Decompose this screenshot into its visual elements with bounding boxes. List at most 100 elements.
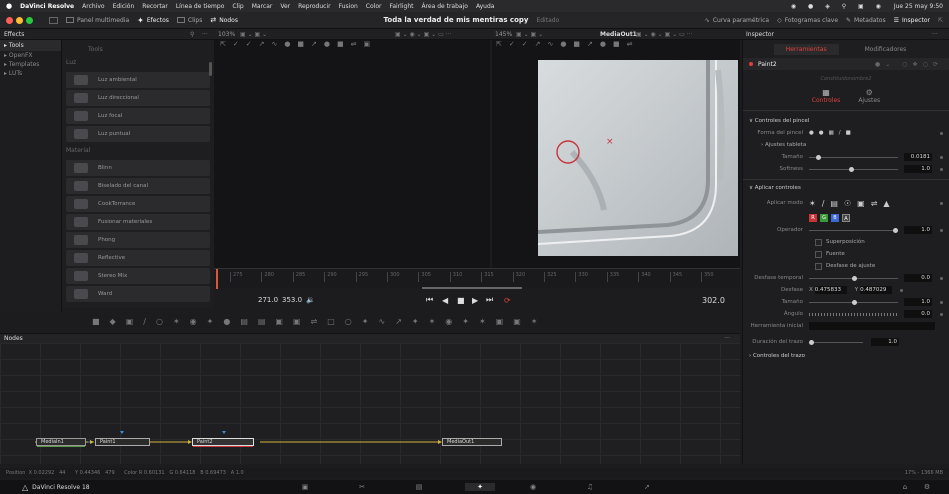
offset-keyframe[interactable] bbox=[900, 288, 904, 292]
light-item[interactable]: Luz ambiental bbox=[66, 72, 210, 88]
channel-b-button[interactable]: B bbox=[831, 214, 839, 222]
step-back-button[interactable]: ◀ bbox=[442, 296, 448, 305]
inspector-tab-modifiers[interactable]: Modificadores bbox=[853, 44, 919, 55]
menu-linea-tiempo[interactable]: Línea de tiempo bbox=[176, 3, 225, 10]
size-slider-knob[interactable] bbox=[816, 154, 822, 160]
material-item[interactable]: Fusionar materiales bbox=[66, 214, 210, 230]
menu-fairlight[interactable]: Fairlight bbox=[389, 3, 413, 10]
time-offset-slider[interactable] bbox=[809, 275, 898, 281]
operator-keyframe[interactable] bbox=[940, 228, 943, 232]
minimize-window-button[interactable] bbox=[16, 16, 23, 24]
page-edit-icon[interactable]: ▤ bbox=[414, 483, 424, 491]
time-offset-field[interactable]: 0.0 bbox=[904, 274, 932, 282]
material-item[interactable]: Stereo Mix bbox=[66, 268, 210, 284]
size2-keyframe[interactable] bbox=[940, 300, 943, 304]
light-item[interactable]: Luz focal bbox=[66, 108, 210, 124]
effects-search-icon[interactable]: ⚲ bbox=[190, 31, 194, 38]
apply-mode-keyframe[interactable] bbox=[940, 201, 943, 205]
overlay-checkbox[interactable] bbox=[815, 238, 822, 246]
expand-icon[interactable]: ⇱ bbox=[938, 17, 943, 24]
go-to-start-button[interactable]: ⏮ bbox=[426, 295, 433, 305]
out-frame-field[interactable]: 353.0 bbox=[282, 296, 302, 304]
light-item[interactable]: Luz direccional bbox=[66, 90, 210, 106]
light-item[interactable]: Luz puntual bbox=[66, 126, 210, 142]
angle-slider[interactable] bbox=[809, 312, 898, 316]
time-offset-keyframe[interactable] bbox=[940, 276, 943, 280]
zoom-window-button[interactable] bbox=[26, 16, 33, 24]
operator-slider[interactable] bbox=[809, 227, 898, 233]
loop-button[interactable]: ⟳ bbox=[504, 296, 511, 305]
material-item[interactable]: Phong bbox=[66, 232, 210, 248]
media-pool-button[interactable]: Panel multimedia bbox=[66, 17, 129, 24]
menu-marcar[interactable]: Marcar bbox=[252, 3, 273, 10]
app-menu[interactable]: DaVinci Resolve bbox=[20, 3, 74, 10]
apply-mode-options[interactable]: ✶∕▤☉▣⇌▲ bbox=[809, 199, 896, 208]
page-fairlight-icon[interactable]: ♫ bbox=[585, 483, 595, 491]
operator-slider-knob[interactable] bbox=[893, 227, 898, 233]
tools-scrollbar[interactable] bbox=[209, 62, 212, 76]
size-field[interactable]: 0.0181 bbox=[904, 153, 932, 161]
page-color-icon[interactable]: ◉ bbox=[528, 483, 538, 491]
current-frame[interactable]: 302.0 bbox=[702, 296, 725, 305]
material-item[interactable]: Ward bbox=[66, 286, 210, 302]
softness-field[interactable]: 1.0 bbox=[904, 165, 932, 173]
fusion-tool-icons[interactable]: ■◆▣∕○✶◉✦●▤▤▣▣⇌□○✦∿↗✦✶◉✦✶▣▣✶ bbox=[92, 317, 548, 326]
status-icons[interactable]: ◉ ● ◈ ⚲ ▣ ◉ bbox=[791, 3, 886, 10]
channel-a-button[interactable]: A bbox=[842, 214, 850, 222]
menu-clip[interactable]: Clip bbox=[232, 3, 243, 10]
controls-tab[interactable]: ▦ Controles bbox=[812, 88, 841, 104]
page-cut-icon[interactable]: ✂ bbox=[357, 483, 367, 491]
right-viewer[interactable]: ⇱✓✓↗∿●■↗●■⇌ × bbox=[492, 40, 740, 288]
stroke-duration-slider[interactable] bbox=[809, 339, 863, 345]
stroke-controls-row[interactable]: › Controles del trazo bbox=[743, 350, 949, 362]
settings-tab[interactable]: ⚙ Ajustes bbox=[858, 88, 880, 104]
stop-button[interactable]: ■ bbox=[457, 296, 465, 305]
time-offset-knob[interactable] bbox=[851, 275, 857, 281]
tree-item-templates[interactable]: ▸ Templates bbox=[0, 60, 61, 69]
page-media-icon[interactable]: ▣ bbox=[300, 483, 310, 491]
node-mediain1[interactable]: MediaIn1 bbox=[36, 438, 86, 447]
softness-slider[interactable] bbox=[809, 166, 898, 172]
node-paint2-selected[interactable]: Paint2 bbox=[192, 438, 254, 447]
node-mediaout1[interactable]: MediaOut1 bbox=[442, 438, 502, 446]
paint-crosshair-icon[interactable]: × bbox=[606, 137, 614, 147]
initial-tool-field[interactable] bbox=[809, 322, 935, 330]
spline-button[interactable]: ∿ Curva paramétrica bbox=[705, 17, 769, 24]
node-name-placeholder[interactable]: Constituidonombre2 bbox=[743, 76, 949, 82]
brush-shape-keyframe[interactable] bbox=[940, 131, 943, 135]
brush-shape-options[interactable]: ●●▦∕■ bbox=[809, 130, 856, 136]
home-icon[interactable]: ⌂ bbox=[900, 483, 910, 491]
menu-ayuda[interactable]: Ayuda bbox=[476, 3, 495, 10]
effects-button[interactable]: ✦ Efectos bbox=[137, 16, 169, 25]
node-active-dot[interactable] bbox=[749, 62, 753, 66]
softness-slider-knob[interactable] bbox=[849, 166, 855, 172]
right-viewer-toolbar[interactable]: ⇱✓✓↗∿●■↗●■⇌ bbox=[492, 40, 740, 50]
left-viewer-zoom[interactable]: 103% bbox=[218, 31, 235, 38]
size-keyframe[interactable] bbox=[940, 155, 943, 159]
alignment-checkbox[interactable] bbox=[815, 262, 822, 270]
stroke-duration-knob[interactable] bbox=[809, 339, 814, 345]
section-apply-controls[interactable]: ∨ Aplicar controles bbox=[743, 182, 949, 194]
channel-g-button[interactable]: G bbox=[820, 214, 828, 222]
size2-knob[interactable] bbox=[851, 299, 857, 305]
angle-field[interactable]: 0.0 bbox=[904, 310, 932, 318]
timeline-ruler[interactable]: 275 280 285 290 295 300 305 310 315 320 325 330 335 3… bbox=[214, 268, 740, 289]
size2-slider[interactable] bbox=[809, 299, 898, 305]
page-deliver-icon[interactable]: ➚ bbox=[642, 483, 652, 491]
menu-fusion[interactable]: Fusion bbox=[339, 3, 358, 10]
panel-toggle-icon[interactable] bbox=[49, 16, 58, 24]
operator-field[interactable]: 1.0 bbox=[904, 226, 932, 234]
inspector-tab-tools[interactable]: Herramientas bbox=[773, 43, 839, 55]
page-fusion-icon[interactable]: ✦ bbox=[465, 483, 495, 491]
metadata-button[interactable]: ✎ Metadatos bbox=[846, 17, 886, 24]
softness-keyframe[interactable] bbox=[940, 167, 943, 171]
playback-scrubber[interactable] bbox=[422, 287, 522, 289]
play-button[interactable]: ▶ bbox=[472, 296, 478, 305]
inspector-options-icon[interactable]: ··· bbox=[932, 31, 938, 38]
apple-icon[interactable]: ● bbox=[6, 2, 12, 10]
size-slider[interactable] bbox=[809, 154, 898, 160]
right-viewer-controls[interactable]: ▣ ⌄ ◉ ⌄ ▣ ⌄ ▭ ··· bbox=[636, 31, 692, 38]
go-to-end-button[interactable]: ⏭ bbox=[486, 295, 493, 305]
viewer-image[interactable]: × bbox=[538, 60, 738, 256]
menu-archivo[interactable]: Archivo bbox=[82, 3, 104, 10]
